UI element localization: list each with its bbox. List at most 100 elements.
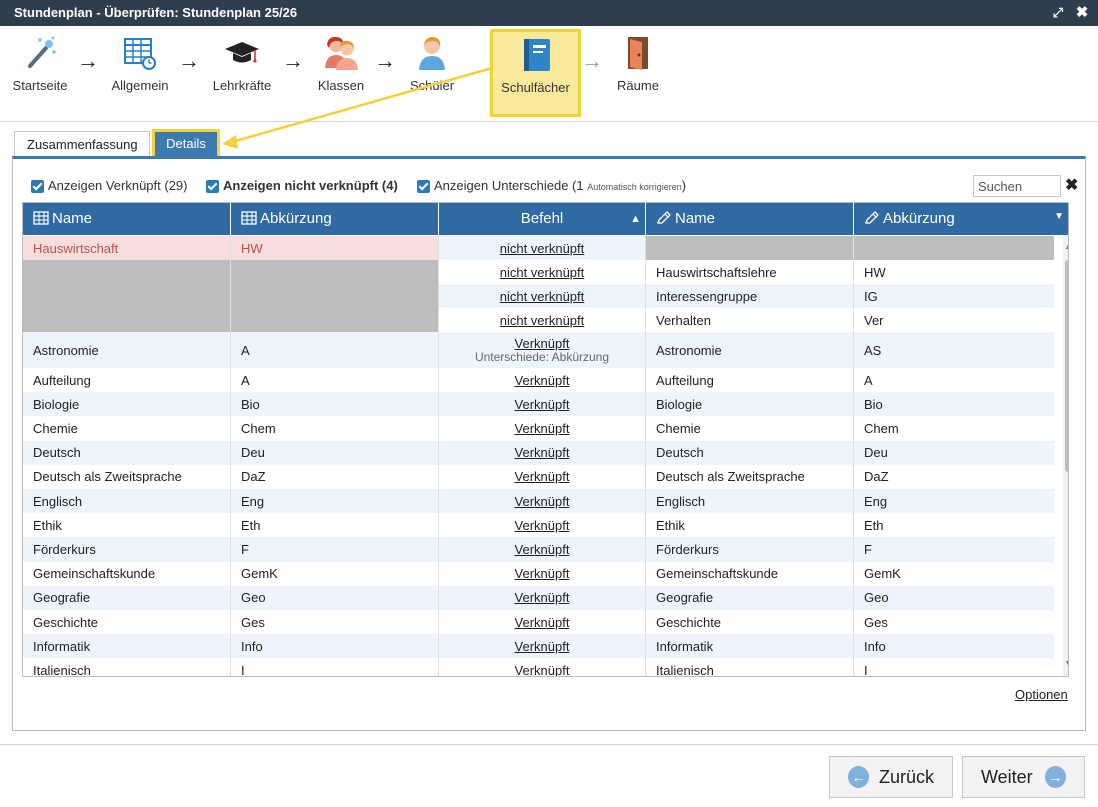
cell-left-name <box>23 260 231 284</box>
step-allgemein[interactable]: Allgemein <box>95 34 185 93</box>
cell-right-abbr: I <box>864 662 868 677</box>
step-lehrkraefte[interactable]: Lehrkräfte <box>197 34 287 93</box>
cell-command: Verknüpft <box>439 634 646 659</box>
cell-left-abbr: F <box>231 537 439 562</box>
expand-icon[interactable]: ⤢ <box>1048 0 1068 26</box>
close-icon[interactable]: ✖ <box>1072 0 1092 26</box>
table-row[interactable]: nicht verknüpft Hauswirtschaftslehre HW <box>23 260 1053 284</box>
filter-unlinked[interactable]: Anzeigen nicht verknüpft (4) <box>206 177 398 195</box>
table-row[interactable]: Geografie Geo Verknüpft Geografie Geo <box>23 585 1054 610</box>
command-link[interactable]: nicht verknüpft <box>500 289 585 304</box>
table-row[interactable]: Deutsch Deu Verknüpft Deutsch Deu <box>23 440 1054 465</box>
table-row[interactable]: Deutsch als Zweitsprache DaZ Verknüpft Deut… <box>23 464 1053 489</box>
clear-search-icon[interactable]: ✖ <box>1065 175 1078 197</box>
cell-left-abbr: Ges <box>231 610 439 635</box>
arrow-left-icon: ← <box>848 766 869 788</box>
cell-right-abbr: A <box>864 372 873 388</box>
scroll-down-icon[interactable]: ▼ <box>1064 658 1068 668</box>
col-left-abbr[interactable]: Abkürzung <box>231 203 439 235</box>
filter-differences[interactable]: Anzeigen Unterschiede (1 Automatisch kor… <box>417 177 686 196</box>
table-row[interactable]: Förderkurs F Verknüpft Förderkurs F <box>23 537 1054 562</box>
checkbox-linked[interactable] <box>31 180 44 194</box>
cell-left-abbr: Eng <box>231 489 439 514</box>
checkbox-unlinked[interactable] <box>206 180 219 194</box>
tab-zusammenfassung[interactable]: Zusammenfassung <box>14 131 150 157</box>
command-link[interactable]: Verknüpft <box>515 566 570 581</box>
scrollbar-thumb[interactable] <box>1065 260 1068 472</box>
search-input[interactable] <box>973 175 1061 197</box>
command-link[interactable]: Verknüpft <box>515 542 570 557</box>
command-link[interactable]: Verknüpft <box>515 397 570 412</box>
command-link[interactable]: Verknüpft <box>515 518 570 533</box>
tab-details[interactable]: Details <box>152 129 220 159</box>
table-row[interactable]: Hauswirtschaft HW nicht verknüpft <box>23 236 1054 260</box>
cell-right-name: Biologie <box>646 392 854 417</box>
step-klassen[interactable]: Klassen <box>296 34 386 93</box>
cell-left-name: Ethik <box>23 513 231 538</box>
cell-left-abbr: A <box>231 368 439 393</box>
pencil-icon <box>657 211 671 224</box>
student-icon <box>419 37 445 70</box>
table-row[interactable]: Ethik Eth Verknüpft Ethik Eth <box>23 513 1053 538</box>
checkbox-differences[interactable] <box>417 180 430 194</box>
step-startseite[interactable]: Startseite <box>0 34 85 93</box>
cell-left-name: Aufteilung <box>23 368 231 393</box>
table-icon <box>241 211 257 225</box>
command-link[interactable]: Verknüpft <box>515 373 570 388</box>
step-schueler[interactable]: Schüler <box>387 34 477 93</box>
filter-linked[interactable]: Anzeigen Verknüpft (29) <box>31 177 187 195</box>
back-button[interactable]: ← Zurück <box>829 756 953 798</box>
cell-right-abbr: F <box>854 537 1054 562</box>
table-row[interactable]: Englisch Eng Verknüpft Englisch Eng <box>23 489 1054 514</box>
table-row[interactable]: Biologie Bio Verknüpft Biologie Bio <box>23 392 1054 417</box>
table-row[interactable]: Chemie Chem Verknüpft Chemie Chem <box>23 416 1053 441</box>
cell-right-abbr <box>854 236 1054 260</box>
next-button[interactable]: Weiter → <box>962 756 1085 798</box>
col-command[interactable]: Befehl ▲ <box>439 203 646 235</box>
table-row[interactable]: Astronomie A Verknüpft Unterschiede: Abkürz… <box>23 332 1054 368</box>
cell-right-abbr: GemK <box>864 566 901 582</box>
table-row[interactable]: nicht verknüpft Interessengruppe IG <box>23 284 1054 308</box>
command-link[interactable]: nicht verknüpft <box>500 241 585 256</box>
command-link[interactable]: Verknüpft <box>515 336 570 351</box>
cell-right-name: Gemeinschaftskunde <box>646 561 854 586</box>
step-raeume[interactable]: Räume <box>593 34 683 93</box>
step-label: Räume <box>617 78 659 93</box>
cell-right-abbr: IG <box>854 284 1054 308</box>
command-link[interactable]: Verknüpft <box>515 663 570 676</box>
command-link[interactable]: nicht verknüpft <box>500 265 585 280</box>
col-right-abbr[interactable]: Abkürzung ▼ <box>854 203 1068 235</box>
cell-command: nicht verknüpft <box>439 308 646 332</box>
step-label: Allgemein <box>111 78 169 93</box>
table-row[interactable]: Informatik Info Verknüpft Informatik Info <box>23 634 1054 659</box>
command-link[interactable]: Verknüpft <box>515 494 570 509</box>
table-row[interactable]: Italienisch I Verknüpft Italienisch I <box>23 658 1053 677</box>
command-link[interactable]: Verknüpft <box>515 639 570 654</box>
column-menu-icon[interactable]: ▼ <box>1054 203 1064 233</box>
scroll-up-icon[interactable]: ▲ <box>1064 241 1068 251</box>
cell-right-name <box>646 236 854 260</box>
table-row[interactable]: Geschichte Ges Verknüpft Geschichte Ges <box>23 610 1053 635</box>
wizard-steps: Startseite → Allgemein → Lehrkräfte → Kl… <box>0 26 1098 122</box>
footer-divider <box>0 744 1098 745</box>
cell-left-name: Astronomie <box>23 332 231 368</box>
command-link[interactable]: Verknüpft <box>515 445 570 460</box>
col-label: Abkürzung <box>883 210 955 227</box>
cell-left-abbr <box>231 260 439 284</box>
table-row[interactable]: nicht verknüpft Verhalten Ver <box>23 308 1053 332</box>
auto-correct-link[interactable]: Automatisch korrigieren <box>587 182 682 192</box>
table-row[interactable]: Aufteilung A Verknüpft Aufteilung A <box>23 368 1053 393</box>
command-link[interactable]: Verknüpft <box>515 615 570 630</box>
col-left-name[interactable]: Name <box>23 203 231 235</box>
options-link[interactable]: Optionen <box>1015 687 1068 702</box>
table-row[interactable]: Gemeinschaftskunde GemK Verknüpft Gemeinsch… <box>23 561 1053 586</box>
command-link[interactable]: Verknüpft <box>515 590 570 605</box>
col-right-name[interactable]: Name <box>646 203 854 235</box>
cell-command: Verknüpft <box>439 464 646 489</box>
command-link[interactable]: nicht verknüpft <box>500 313 585 328</box>
command-link[interactable]: Verknüpft <box>515 469 570 484</box>
cell-left-name <box>23 284 231 308</box>
step-schulfaecher[interactable]: Schulfächer <box>490 29 581 117</box>
cell-command: nicht verknüpft <box>439 284 646 308</box>
command-link[interactable]: Verknüpft <box>515 421 570 436</box>
